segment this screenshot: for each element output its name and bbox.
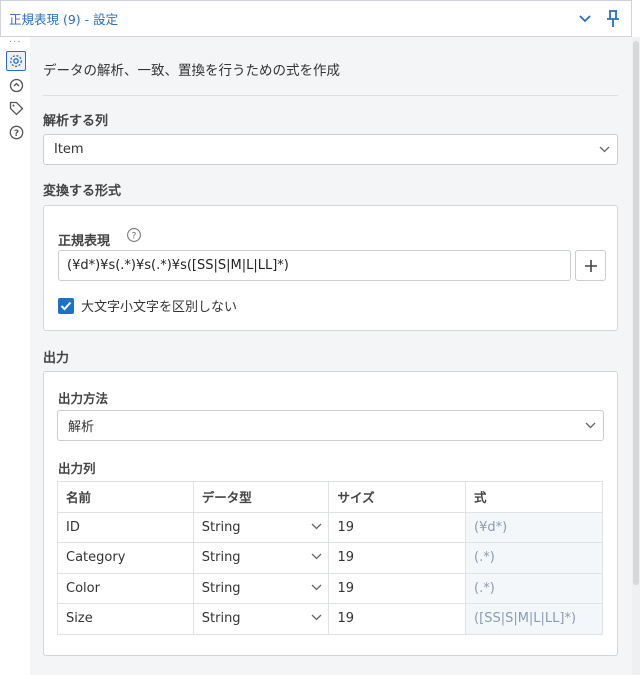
settings-tab[interactable] xyxy=(6,51,26,71)
pin-button[interactable] xyxy=(599,5,627,33)
output-columns-table: 名前 データ型 サイズ 式 ID String 19 (¥d*) Categor… xyxy=(57,481,603,635)
divider xyxy=(43,95,618,96)
vertical-scrollbar[interactable] xyxy=(632,37,640,675)
column-header-size: サイズ xyxy=(328,481,467,513)
scrollbar-thumb[interactable] xyxy=(633,41,639,585)
tool-description: データの解析、一致、置換を行うための式を作成 xyxy=(43,63,340,79)
tag-icon xyxy=(9,101,23,115)
parse-column-label: 解析する列 xyxy=(43,114,109,129)
parse-column-select[interactable]: Item xyxy=(43,134,618,165)
chevron-down-icon xyxy=(311,523,322,529)
format-box: 正規表現 ? 大文字小文字を区別しない xyxy=(43,205,618,331)
svg-text:?: ? xyxy=(132,232,137,242)
data-type-select[interactable]: String xyxy=(192,542,330,574)
chevron-down-icon xyxy=(599,146,609,153)
size-cell[interactable]: 19 xyxy=(328,572,467,604)
table-row: Color String 19 (.*) xyxy=(57,572,603,604)
data-type-value: String xyxy=(201,611,241,627)
table-row: ID String 19 (¥d*) xyxy=(57,511,603,543)
checkmark-icon xyxy=(60,301,72,310)
column-header-type: データ型 xyxy=(192,481,330,513)
data-type-value: String xyxy=(201,519,241,535)
insert-token-button[interactable] xyxy=(575,250,606,281)
expression-cell: ([SS|S|M|L|LL]*) xyxy=(465,603,603,635)
size-cell[interactable]: 19 xyxy=(328,542,467,574)
reset-tab[interactable] xyxy=(6,75,26,95)
output-method-label: 出力方法 xyxy=(58,391,109,406)
table-header-row: 名前 データ型 サイズ 式 xyxy=(57,481,603,513)
format-label: 変換する形式 xyxy=(43,184,122,199)
help-icon: ? xyxy=(9,125,23,139)
table-row: Size String 19 ([SS|S|M|L|LL]*) xyxy=(57,603,603,635)
reset-icon xyxy=(9,78,23,92)
expression-cell: (¥d*) xyxy=(465,511,603,543)
column-name-cell[interactable]: ID xyxy=(57,511,194,543)
regex-label: 正規表現 xyxy=(58,234,111,249)
chevron-down-icon xyxy=(579,14,591,22)
size-cell[interactable]: 19 xyxy=(328,603,467,635)
column-name-cell[interactable]: Size xyxy=(57,603,194,635)
size-cell[interactable]: 19 xyxy=(328,511,467,543)
data-type-value: String xyxy=(201,580,241,596)
svg-text:?: ? xyxy=(13,129,18,139)
output-method-value: 解析 xyxy=(68,420,95,435)
tag-tab[interactable] xyxy=(6,98,26,118)
column-name-cell[interactable]: Color xyxy=(57,572,194,604)
table-row: Category String 19 (.*) xyxy=(57,542,603,574)
regex-input[interactable] xyxy=(58,250,571,281)
column-name-cell[interactable]: Category xyxy=(57,542,194,574)
settings-icon xyxy=(10,55,22,67)
data-type-value: String xyxy=(201,550,241,566)
case-insensitive-checkbox[interactable] xyxy=(58,297,74,314)
data-type-select[interactable]: String xyxy=(192,603,330,635)
output-method-select[interactable]: 解析 xyxy=(57,410,604,441)
expression-cell: (.*) xyxy=(465,542,603,574)
side-rail: ··· ? xyxy=(0,37,30,675)
data-type-select[interactable]: String xyxy=(192,511,330,543)
output-label: 出力 xyxy=(43,351,70,366)
chevron-down-icon xyxy=(311,614,322,621)
more-icon[interactable]: ··· xyxy=(9,38,22,48)
chevron-down-icon xyxy=(311,553,322,560)
case-insensitive-option[interactable]: 大文字小文字を区別しない xyxy=(58,296,237,315)
output-columns-label: 出力列 xyxy=(58,461,96,476)
expression-cell: (.*) xyxy=(465,572,603,604)
collapse-button[interactable] xyxy=(571,5,599,33)
column-header-expression: 式 xyxy=(465,481,603,513)
output-box: 出力方法 解析 出力列 名前 データ型 サイズ 式 ID String 19 (… xyxy=(43,371,618,656)
help-icon[interactable]: ? xyxy=(126,227,142,243)
window-title: 正規表現 (9) - 設定 xyxy=(9,12,119,27)
chevron-down-icon xyxy=(311,584,322,590)
column-header-name: 名前 xyxy=(57,481,194,513)
pin-icon xyxy=(607,9,619,27)
settings-panel: データの解析、一致、置換を行うための式を作成 解析する列 Item 変換する形式… xyxy=(30,37,632,675)
chevron-down-icon xyxy=(585,422,595,429)
parse-column-value: Item xyxy=(54,142,84,157)
case-insensitive-label: 大文字小文字を区別しない xyxy=(81,300,238,315)
help-tab[interactable]: ? xyxy=(6,122,26,142)
window-header: 正規表現 (9) - 設定 xyxy=(0,0,632,37)
data-type-select[interactable]: String xyxy=(192,572,330,604)
plus-icon xyxy=(584,259,597,272)
